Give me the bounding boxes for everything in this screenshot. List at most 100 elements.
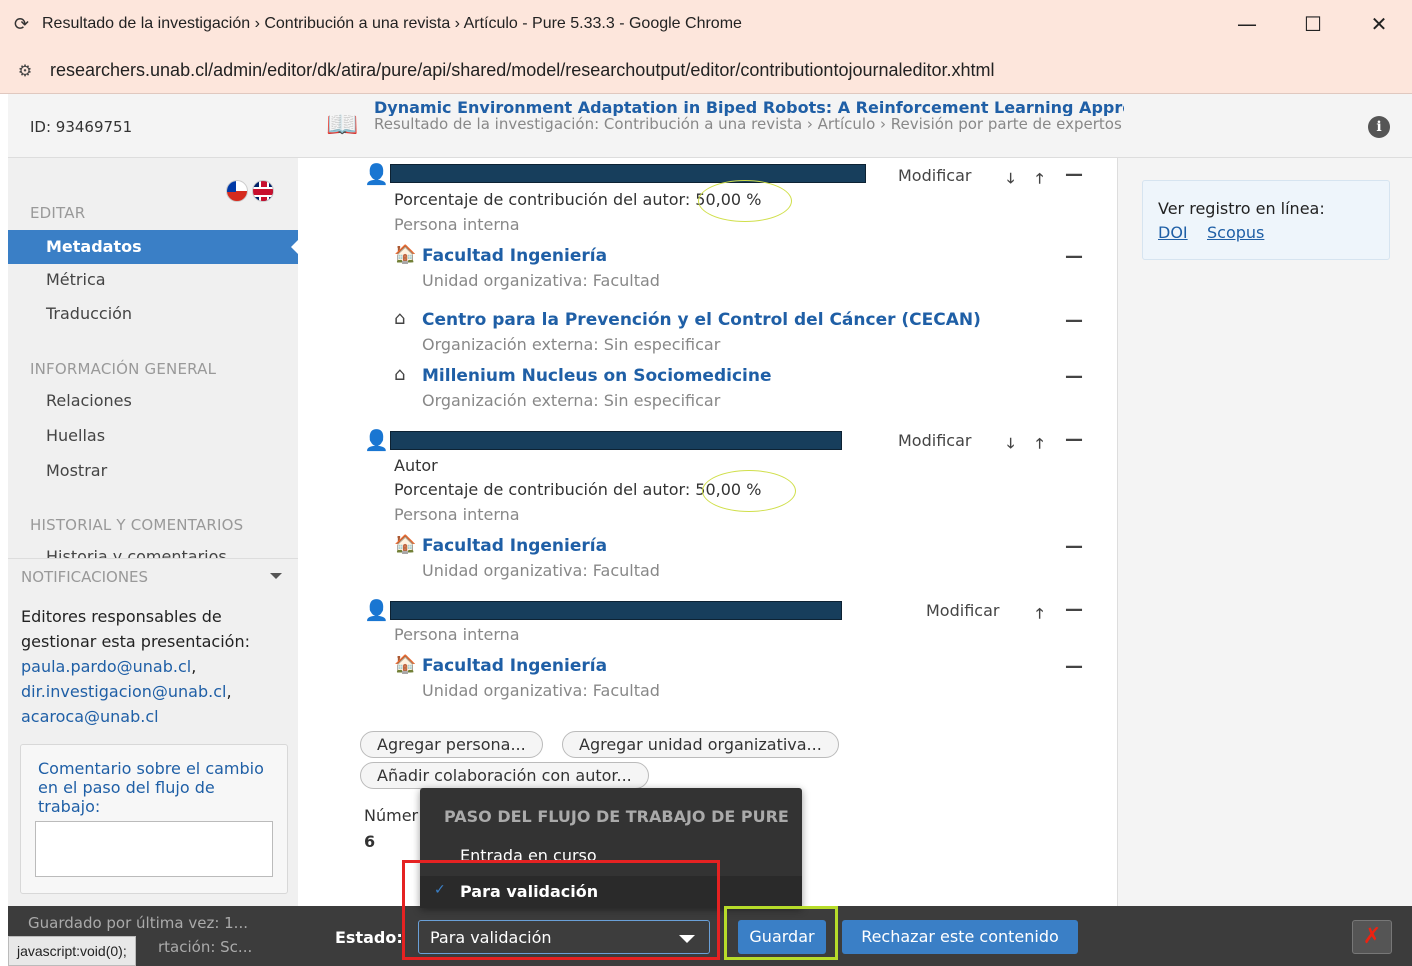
modify-button[interactable]: Modificar	[926, 601, 999, 620]
org-kind: Organización externa: Sin especificar	[422, 391, 721, 410]
external-org-icon: ⌂	[394, 308, 406, 329]
move-down-icon[interactable]: 🡓	[1007, 168, 1014, 192]
highlight-ellipse	[702, 470, 796, 512]
record-id: ID: 93469751	[30, 118, 133, 136]
org-link[interactable]: Facultad Ingeniería	[422, 246, 607, 266]
book-icon: 📖	[326, 110, 359, 140]
sidebar-item-relations[interactable]: Relaciones	[46, 391, 132, 410]
org-link[interactable]: Millenium Nucleus on Sociomedicine	[422, 366, 771, 386]
remove-icon[interactable]: —	[1065, 656, 1083, 677]
person-type: Persona interna	[394, 215, 520, 234]
editor-email-link[interactable]: acaroca@unab.cl	[21, 707, 159, 726]
highlight-ellipse	[698, 180, 792, 222]
person-role: Autor	[394, 456, 438, 475]
sidebar-item-metadata[interactable]: Metadatos	[8, 230, 298, 264]
app-icon: ⟳	[14, 13, 30, 35]
remove-icon[interactable]: —	[1065, 599, 1083, 620]
last-saved-text: Guardado por última vez: 1...	[28, 914, 248, 932]
url-text[interactable]: researchers.unab.cl/admin/editor/dk/atir…	[50, 60, 995, 81]
last-saved-text-2: rtación: Sc...	[158, 938, 253, 956]
online-record-label: Ver registro en línea:	[1158, 199, 1325, 218]
section-history: HISTORIAL Y COMENTARIOS	[30, 516, 244, 534]
person-type: Persona interna	[394, 505, 520, 524]
add-person-button[interactable]: Agregar persona...	[360, 731, 543, 758]
close-icon[interactable]: ✗	[1352, 920, 1392, 954]
sidebar-item-metrics[interactable]: Métrica	[46, 270, 106, 289]
site-settings-icon[interactable]: ⚙	[0, 61, 50, 80]
address-bar[interactable]: ⚙ researchers.unab.cl/admin/editor/dk/at…	[0, 48, 1412, 94]
remove-icon[interactable]: —	[1065, 536, 1083, 557]
close-window-button[interactable]: ✕	[1346, 0, 1412, 48]
org-link[interactable]: Centro para la Prevención y el Control d…	[422, 310, 981, 330]
remove-icon[interactable]: —	[1065, 366, 1083, 387]
org-link[interactable]: Facultad Ingeniería	[422, 656, 607, 676]
modify-button[interactable]: Modificar	[898, 431, 971, 450]
org-kind: Unidad organizativa: Facultad	[422, 561, 660, 580]
sidebar-item-show[interactable]: Mostrar	[46, 461, 107, 480]
notifications-title: NOTIFICACIONES	[21, 568, 149, 586]
redacted-name	[390, 431, 842, 450]
person-icon: 👤	[364, 598, 389, 622]
editor-header: ID: 93469751 📖 Dynamic Environment Adapt…	[8, 94, 1412, 158]
notifications-body: Editores responsables de gestionar esta …	[21, 604, 291, 729]
workflow-dropdown-heading: PASO DEL FLUJO DE TRABAJO DE PURE	[444, 807, 789, 826]
remove-icon[interactable]: —	[1065, 246, 1083, 267]
chile-flag-icon[interactable]	[226, 180, 248, 202]
add-collaboration-button[interactable]: Añadir colaboración con autor...	[360, 762, 649, 789]
redacted-name	[390, 601, 842, 620]
sidebar-item-fingerprints[interactable]: Huellas	[46, 426, 105, 445]
highlight-box-red	[402, 860, 720, 960]
notifications-header[interactable]: NOTIFICACIONES	[8, 558, 298, 594]
external-org-icon: ⌂	[394, 364, 406, 385]
minimize-button[interactable]: —	[1214, 0, 1280, 48]
org-link[interactable]: Facultad Ingeniería	[422, 536, 607, 556]
add-org-button[interactable]: Agregar unidad organizativa...	[562, 731, 839, 758]
number-label: Númer	[364, 806, 419, 825]
workflow-comment-label: Comentario sobre el cambio en el paso de…	[38, 759, 264, 816]
redacted-name	[390, 164, 866, 183]
highlight-box-green	[724, 906, 838, 960]
sidebar-item-translation[interactable]: Traducción	[46, 304, 132, 323]
maximize-button[interactable]: ☐	[1280, 0, 1346, 48]
language-flags	[226, 180, 274, 202]
home-icon: 🏠	[394, 244, 417, 265]
reject-button[interactable]: Rechazar este contenido	[842, 920, 1078, 954]
modify-button[interactable]: Modificar	[898, 166, 971, 185]
org-kind: Organización externa: Sin especificar	[422, 335, 721, 354]
move-up-icon[interactable]: 🡑	[1036, 433, 1043, 457]
record-subtitle: Resultado de la investigación: Contribuc…	[374, 115, 1122, 133]
info-icon[interactable]: i	[1368, 116, 1390, 138]
sidebar-item-label: Metadatos	[46, 237, 142, 256]
home-icon: 🏠	[394, 654, 417, 675]
status-url: javascript:void(0);	[8, 936, 136, 966]
email-separator: ,	[226, 682, 232, 701]
home-icon: 🏠	[394, 534, 417, 555]
workflow-comment-box: Comentario sobre el cambio en el paso de…	[20, 744, 288, 894]
window-title: Resultado de la investigación › Contribu…	[42, 15, 742, 32]
editor-email-link[interactable]: dir.investigacion@unab.cl	[21, 682, 226, 701]
move-up-icon[interactable]: 🡑	[1036, 603, 1043, 627]
left-sidebar: EDITAR Metadatos Métrica Traducción INFO…	[8, 158, 298, 906]
move-down-icon[interactable]: 🡓	[1007, 433, 1014, 457]
remove-icon[interactable]: —	[1065, 429, 1083, 450]
window-titlebar: ⟳ Resultado de la investigación › Contri…	[0, 0, 1412, 48]
chevron-down-icon[interactable]	[270, 573, 282, 579]
org-kind: Unidad organizativa: Facultad	[422, 681, 660, 700]
remove-icon[interactable]: —	[1065, 310, 1083, 331]
person-icon: 👤	[364, 162, 389, 186]
section-general: INFORMACIÓN GENERAL	[30, 360, 217, 378]
person-icon: 👤	[364, 428, 389, 452]
workflow-comment-input[interactable]	[35, 821, 273, 877]
person-type: Persona interna	[394, 625, 520, 644]
doi-link[interactable]: DOI	[1158, 223, 1188, 242]
editor-email-link[interactable]: paula.pardo@unab.cl	[21, 657, 191, 676]
right-panel: Ver registro en línea: DOI Scopus	[1118, 158, 1412, 906]
uk-flag-icon[interactable]	[252, 180, 274, 202]
notifications-intro: Editores responsables de gestionar esta …	[21, 607, 250, 651]
email-separator: ,	[191, 657, 197, 676]
move-up-icon[interactable]: 🡑	[1036, 168, 1043, 192]
scopus-link[interactable]: Scopus	[1207, 223, 1264, 242]
section-edit: EDITAR	[30, 204, 86, 222]
record-title[interactable]: Dynamic Environment Adaptation in Biped …	[374, 99, 1124, 116]
remove-icon[interactable]: —	[1065, 164, 1083, 185]
